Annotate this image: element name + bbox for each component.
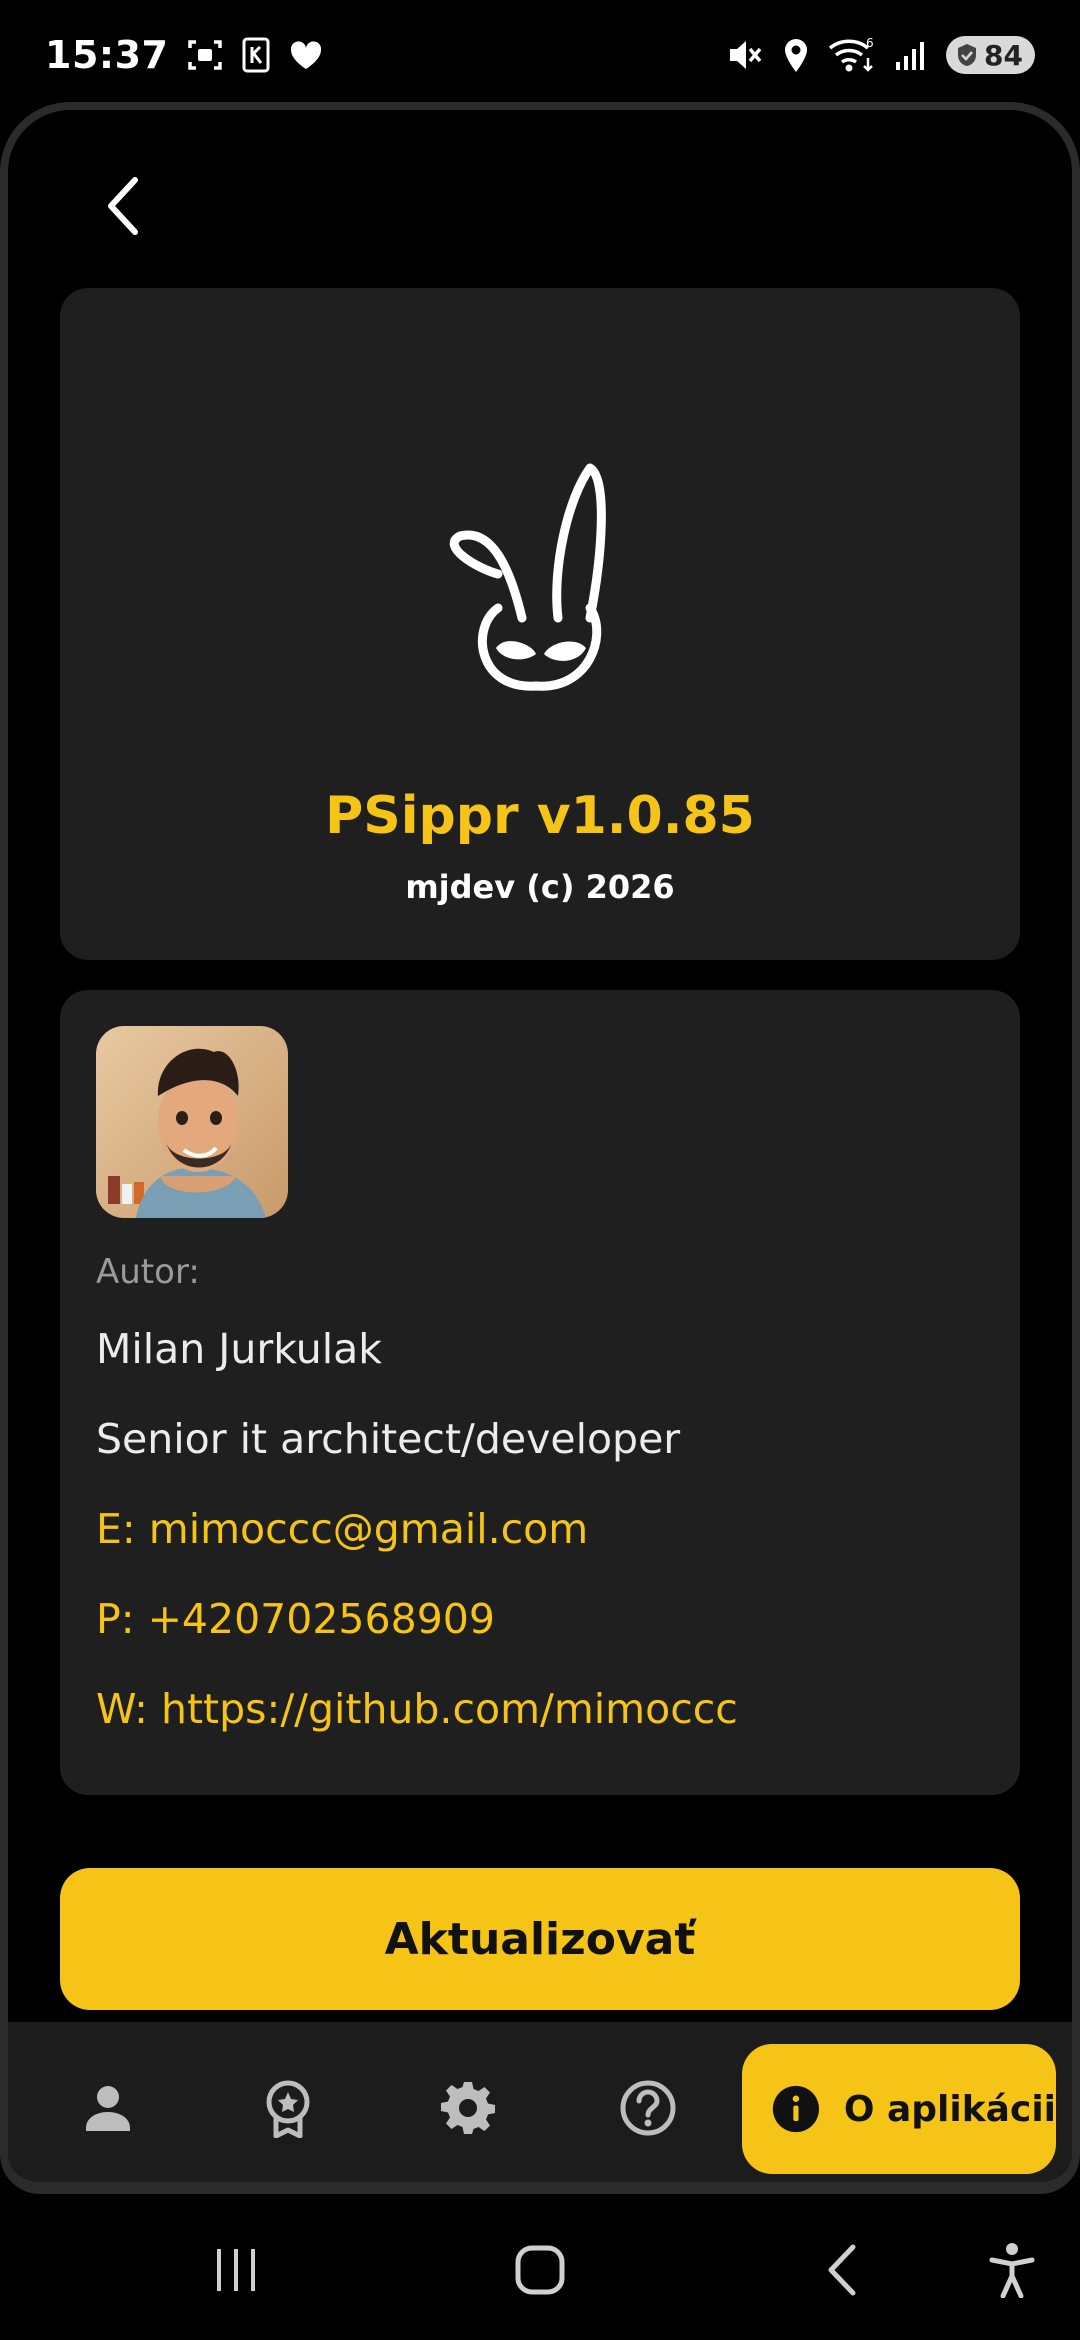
gear-icon [441, 2082, 495, 2134]
about-card: PSippr v1.0.85 mjdev (c) 2026 [60, 288, 1020, 960]
author-phone-link[interactable]: P: +420702568909 [96, 1595, 495, 1643]
copyright-text: mjdev (c) 2026 [405, 868, 675, 906]
tab-about-label: O aplikácii [843, 2088, 1056, 2130]
help-icon [620, 2080, 676, 2136]
update-button[interactable]: Aktualizovať [60, 1868, 1020, 2010]
home-icon [515, 2245, 565, 2295]
author-role: Senior it architect/developer [96, 1415, 681, 1463]
location-icon [782, 36, 810, 74]
author-email-link[interactable]: E: mimoccc@gmail.com [96, 1505, 588, 1553]
author-card: Autor: Milan Jurkulak Senior it architec… [60, 990, 1020, 1795]
author-website-link[interactable]: W: https://github.com/mimoccc [96, 1685, 738, 1733]
signal-icon [894, 38, 928, 72]
app-title: PSippr v1.0.85 [325, 786, 755, 846]
tab-about[interactable]: O aplikácii [742, 2044, 1056, 2174]
mute-icon [726, 37, 764, 73]
tab-settings[interactable] [418, 2058, 518, 2158]
status-time: 15:37 [45, 33, 169, 77]
tab-achievements[interactable] [238, 2058, 338, 2158]
app-window: PSippr v1.0.85 mjdev (c) 2026 Autor: Mil… [0, 102, 1080, 2194]
battery-indicator: 84 [946, 36, 1035, 74]
home-button[interactable] [508, 2240, 572, 2300]
recent-apps-icon [217, 2249, 255, 2291]
system-back-icon [828, 2244, 856, 2296]
award-icon [266, 2080, 310, 2138]
accessibility-icon [989, 2243, 1035, 2298]
author-label: Autor: [96, 1252, 200, 1292]
status-bar: 15:37 6 84 [0, 0, 1080, 110]
wifi-icon: 6 [828, 36, 876, 74]
info-icon [772, 2085, 820, 2133]
tab-help[interactable] [598, 2058, 698, 2158]
back-arrow-icon [108, 177, 138, 235]
recent-apps-button[interactable] [206, 2240, 266, 2300]
back-button[interactable] [88, 166, 158, 246]
author-avatar [96, 1026, 288, 1218]
screenshot-icon [186, 36, 224, 74]
accessibility-button[interactable] [982, 2240, 1042, 2300]
author-name: Milan Jurkulak [96, 1325, 382, 1373]
bunny-logo-icon [440, 458, 640, 698]
battery-level: 84 [984, 38, 1023, 72]
network-type-label: 6 [866, 36, 874, 50]
tab-profile[interactable] [58, 2058, 158, 2158]
app-k-icon [242, 37, 270, 73]
status-right: 6 84 [726, 36, 1035, 74]
person-icon [86, 2086, 130, 2131]
shield-icon [958, 44, 977, 66]
system-navigation-bar [0, 2200, 1080, 2340]
heart-icon [288, 39, 324, 71]
status-left: 15:37 [45, 33, 324, 77]
bottom-tab-bar: O aplikácii [8, 2022, 1072, 2182]
system-back-button[interactable] [818, 2240, 868, 2300]
